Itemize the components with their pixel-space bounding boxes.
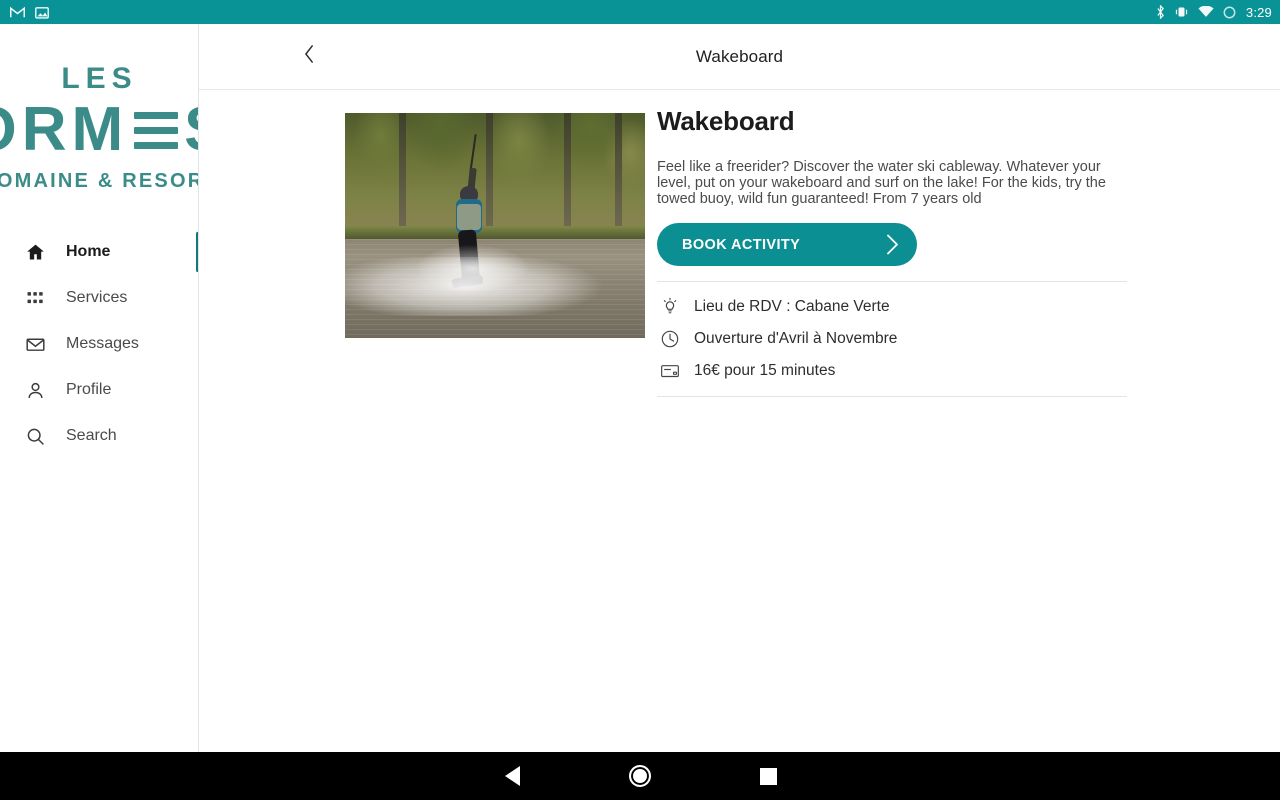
sidebar-item-home[interactable]: Home xyxy=(0,229,198,275)
sidebar-item-services-label: Services xyxy=(66,289,128,306)
info-row-opening-period-text: Ouverture d'Avril à Novembre xyxy=(694,330,898,347)
book-activity-button[interactable]: BOOK ACTIVITY xyxy=(657,223,917,266)
status-bar-clock: 3:29 xyxy=(1245,4,1272,20)
sidebar: LES O RM S DOMAINE & RESORT xyxy=(0,24,199,752)
nav-back-button[interactable] xyxy=(448,766,576,786)
grid-icon xyxy=(24,287,46,309)
sidebar-item-services[interactable]: Services xyxy=(0,275,198,321)
battery-icon xyxy=(1223,6,1236,19)
activity-description: Feel like a freerider? Discover the wate… xyxy=(657,159,1106,207)
sidebar-item-search[interactable]: Search xyxy=(0,413,198,459)
sidebar-item-profile-label: Profile xyxy=(66,381,112,398)
brand-logo-tagline: DOMAINE & RESORT xyxy=(0,170,198,192)
bluetooth-icon xyxy=(1156,5,1165,19)
photo-notification-icon xyxy=(35,6,49,19)
activity-detail: Wakeboard Feel like a freerider? Discove… xyxy=(657,106,1127,266)
info-row-meeting-point: Lieu de RDV : Cabane Verte xyxy=(657,291,1127,323)
photo-trunk xyxy=(399,113,406,230)
photo-trunk xyxy=(564,113,571,230)
gmail-icon xyxy=(10,6,25,18)
sidebar-item-search-label: Search xyxy=(66,427,117,444)
sidebar-item-profile[interactable]: Profile xyxy=(0,367,198,413)
info-row-price-text: 16€ pour 15 minutes xyxy=(694,362,836,379)
vibrate-icon xyxy=(1174,6,1189,18)
person-icon xyxy=(24,379,46,401)
chevron-left-icon xyxy=(304,45,315,68)
sidebar-item-messages-label: Messages xyxy=(66,335,139,352)
info-row-meeting-point-text: Lieu de RDV : Cabane Verte xyxy=(694,298,890,315)
activity-photo xyxy=(345,113,645,338)
book-activity-label: BOOK ACTIVITY xyxy=(682,236,801,253)
search-icon xyxy=(24,425,46,447)
sidebar-item-home-label: Home xyxy=(66,243,111,260)
status-bar-notifications xyxy=(10,6,49,19)
square-recents-icon xyxy=(759,767,777,785)
main-content: Wakeboard Feel like a freerider? Discove… xyxy=(199,90,1280,752)
chevron-right-icon xyxy=(886,234,899,255)
activity-info-list: Lieu de RDV : Cabane Verte Ouverture d'A… xyxy=(657,281,1127,397)
nav-recents-button[interactable] xyxy=(704,767,832,785)
brand-logo-wordmark: O RM S xyxy=(0,95,198,164)
brand-logo-s: S xyxy=(184,99,198,161)
info-row-opening-period: Ouverture d'Avril à Novembre xyxy=(657,323,1127,355)
page-title: Wakeboard xyxy=(695,46,784,66)
credit-card-icon xyxy=(659,360,681,382)
brand-logo-line1: LES xyxy=(61,62,138,95)
triangle-back-icon xyxy=(504,766,520,786)
sidebar-nav: Home Services Messages Profile Search xyxy=(0,229,198,459)
wifi-icon xyxy=(1198,6,1214,18)
nav-home-button[interactable] xyxy=(576,765,704,787)
status-bar-system-icons: 3:29 xyxy=(1156,5,1272,19)
info-row-price: 16€ pour 15 minutes xyxy=(657,355,1127,387)
photo-spray xyxy=(345,257,645,316)
sidebar-item-messages[interactable]: Messages xyxy=(0,321,198,367)
android-nav-bar xyxy=(0,752,1280,800)
app-root: 3:29 LES O RM S DOMAINE & RESORT xyxy=(0,0,1280,800)
lightbulb-icon xyxy=(659,296,681,318)
brand-logo-rm: RM xyxy=(21,95,129,164)
brand-logo-e-bars xyxy=(134,108,179,152)
brand-logo: LES O RM S DOMAINE & RESORT xyxy=(0,24,198,209)
status-bar: 3:29 xyxy=(0,0,1280,24)
photo-trunk xyxy=(615,113,622,230)
home-icon xyxy=(24,241,46,263)
back-button[interactable] xyxy=(294,42,324,72)
clock-icon xyxy=(659,328,681,350)
activity-title: Wakeboard xyxy=(657,106,795,136)
page-header: Wakeboard xyxy=(199,24,1280,90)
circle-home-icon xyxy=(629,765,651,787)
brand-logo-o: O xyxy=(0,99,22,161)
envelope-icon xyxy=(24,333,46,355)
